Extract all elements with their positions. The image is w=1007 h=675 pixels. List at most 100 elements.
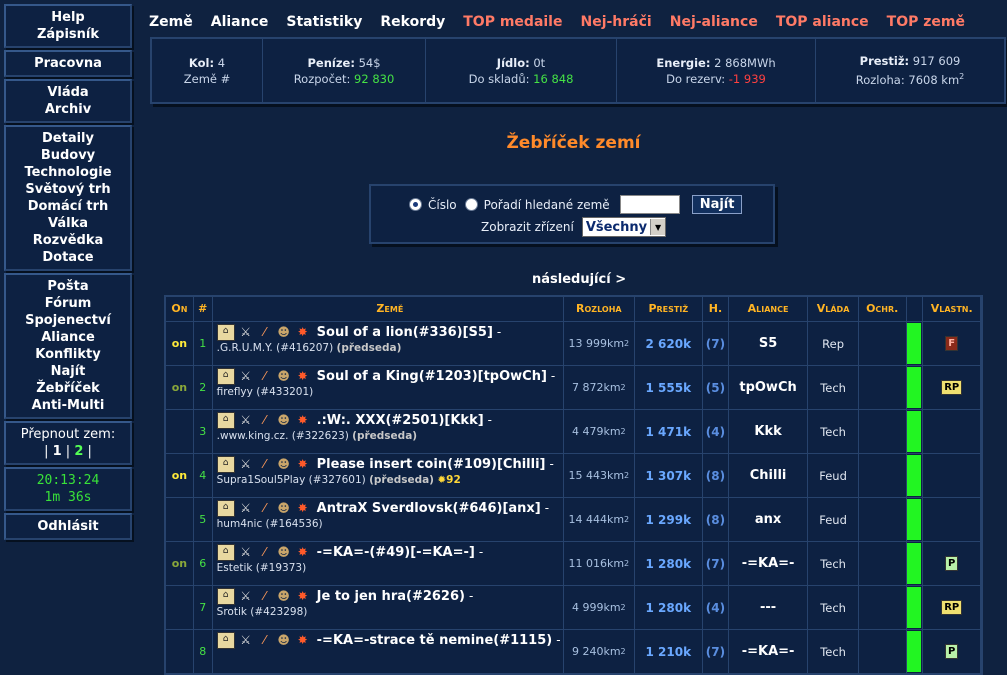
sword-icon[interactable]: ⚔: [238, 633, 254, 648]
area-cell: 11 016km 2: [564, 542, 635, 585]
brush-icon[interactable]: ⁄: [257, 457, 273, 472]
country-switch-1[interactable]: 1: [53, 444, 62, 459]
house-icon[interactable]: ⌂: [216, 543, 235, 561]
sidebar-item-naj-t[interactable]: Najít: [6, 363, 130, 380]
sidebar-item-anti-multi[interactable]: Anti-Multi: [6, 397, 130, 414]
radio-rank[interactable]: [464, 198, 478, 211]
country-name-link[interactable]: Soul of a lion(#336)[S5]: [317, 325, 493, 340]
bomb-icon[interactable]: ✸: [295, 589, 311, 604]
sword-icon[interactable]: ⚔: [238, 501, 254, 516]
alliance-link[interactable]: ---: [729, 586, 809, 629]
sidebar-item-vl-da[interactable]: Vláda: [6, 84, 130, 101]
search-input[interactable]: [619, 195, 680, 214]
house-icon[interactable]: ⌂: [216, 323, 235, 341]
house-icon[interactable]: ⌂: [216, 411, 235, 429]
country-name-link[interactable]: -=KA=-strace tě nemine(#1115): [317, 633, 553, 648]
house-icon[interactable]: ⌂: [216, 367, 235, 385]
spy-icon[interactable]: ☻: [276, 501, 292, 516]
sidebar-item-pracovna[interactable]: Pracovna: [6, 55, 130, 72]
alliance-link[interactable]: tpOwCh: [729, 366, 809, 409]
sword-icon[interactable]: ⚔: [238, 413, 254, 428]
sidebar-item-konflikty[interactable]: Konflikty: [6, 346, 130, 363]
bomb-icon[interactable]: ✸: [295, 369, 311, 384]
spy-icon[interactable]: ☻: [276, 413, 292, 428]
country-name-link[interactable]: .:W:. XXX(#2501)[Kkk]: [317, 413, 484, 428]
sidebar-item-z-pisn-k[interactable]: Zápisník: [6, 26, 130, 43]
house-icon[interactable]: ⌂: [216, 587, 235, 605]
nav-top-link-3[interactable]: TOP aliance: [776, 14, 869, 30]
nav-top-link-1[interactable]: Nej-hráči: [580, 14, 651, 30]
bomb-icon[interactable]: ✸: [295, 325, 311, 340]
radio-number[interactable]: [409, 198, 422, 211]
bomb-icon[interactable]: ✸: [295, 501, 311, 516]
sidebar-item-technologie[interactable]: Technologie: [6, 164, 130, 181]
sidebar-item-help[interactable]: Help: [6, 9, 130, 26]
sword-icon[interactable]: ⚔: [238, 369, 254, 384]
find-button[interactable]: Najít: [691, 195, 743, 214]
sidebar-item-po-ta[interactable]: Pošta: [6, 278, 130, 295]
brush-icon[interactable]: ⁄: [257, 633, 273, 648]
brush-icon[interactable]: ⁄: [257, 501, 273, 516]
sidebar-item-dom-c-trh[interactable]: Domácí trh: [6, 198, 130, 215]
alliance-link[interactable]: Chilli: [729, 454, 809, 497]
house-icon[interactable]: ⌂: [216, 631, 235, 649]
nav-link-1[interactable]: Aliance: [211, 14, 269, 30]
spy-icon[interactable]: ☻: [276, 369, 292, 384]
nav-link-2[interactable]: Statistiky: [286, 14, 362, 30]
country-name-link[interactable]: Soul of a King(#1203)[tpOwCh]: [317, 369, 547, 384]
spy-icon[interactable]: ☻: [276, 325, 292, 340]
sidebar-item-f-rum[interactable]: Fórum: [6, 295, 130, 312]
sword-icon[interactable]: ⚔: [238, 457, 254, 472]
bomb-icon[interactable]: ✸: [295, 633, 311, 648]
bomb-icon[interactable]: ✸: [295, 545, 311, 560]
brush-icon[interactable]: ⁄: [257, 589, 273, 604]
brush-icon[interactable]: ⁄: [257, 369, 273, 384]
brush-icon[interactable]: ⁄: [257, 325, 273, 340]
bomb-icon[interactable]: ✸: [295, 413, 311, 428]
brush-icon[interactable]: ⁄: [257, 545, 273, 560]
sword-icon[interactable]: ⚔: [238, 589, 254, 604]
country-switch-2[interactable]: 2: [74, 444, 83, 459]
house-icon[interactable]: ⌂: [216, 455, 235, 473]
country-name-link[interactable]: Je to jen hra(#2626): [317, 589, 465, 604]
sidebar-item-dotace[interactable]: Dotace: [6, 249, 130, 266]
sidebar-item-rozv-dka[interactable]: Rozvědka: [6, 232, 130, 249]
spy-icon[interactable]: ☻: [276, 633, 292, 648]
spy-icon[interactable]: ☻: [276, 545, 292, 560]
next-page-link[interactable]: následující >: [532, 272, 626, 287]
alliance-link[interactable]: anx: [729, 498, 809, 541]
spy-icon[interactable]: ☻: [276, 589, 292, 604]
logout-button[interactable]: Odhlásit: [6, 518, 130, 535]
sidebar-item-aliance[interactable]: Aliance: [6, 329, 130, 346]
column-header: Vláda: [808, 297, 859, 321]
alliance-link[interactable]: -=KA=-: [729, 630, 809, 673]
regime-select[interactable]: Všechny ▼: [581, 217, 667, 237]
sidebar-item--eb-ek[interactable]: Žebříček: [6, 380, 130, 397]
alliance-link[interactable]: S5: [729, 322, 809, 365]
nav-top-link-0[interactable]: TOP medaile: [463, 14, 562, 30]
sidebar-item-sv-tov-trh[interactable]: Světový trh: [6, 181, 130, 198]
sidebar-item-spojenectv-[interactable]: Spojenectví: [6, 312, 130, 329]
alliance-link[interactable]: Kkk: [729, 410, 809, 453]
alliance-link[interactable]: -=KA=-: [729, 542, 809, 585]
house-icon[interactable]: ⌂: [216, 499, 235, 517]
spy-icon[interactable]: ☻: [276, 457, 292, 472]
nav-top-link-2[interactable]: Nej-aliance: [670, 14, 758, 30]
sword-icon[interactable]: ⚔: [238, 545, 254, 560]
table-row: 3 ⌂ ⚔ ⁄ ☻ ✸ .:W:. XXX(#2501)[Kkk] - .www.king.cz…: [166, 409, 981, 453]
owner-badge: RP: [941, 600, 963, 615]
country-name-link[interactable]: -=KA=-(#49)[-=KA=-]: [317, 545, 475, 560]
brush-icon[interactable]: ⁄: [257, 413, 273, 428]
country-name-link[interactable]: Please insert coin(#109)[Chilli]: [317, 457, 546, 472]
stats-bar: Kol: 4 Země # Peníze: 54$ Rozpočet: 92 8…: [150, 37, 1006, 104]
sidebar-item-archiv[interactable]: Archiv: [6, 101, 130, 118]
nav-top-link-4[interactable]: TOP země: [887, 14, 965, 30]
nav-link-0[interactable]: Země: [149, 14, 193, 30]
sword-icon[interactable]: ⚔: [238, 325, 254, 340]
bomb-icon[interactable]: ✸: [295, 457, 311, 472]
area-value: 7608 km: [908, 72, 960, 87]
country-name-link[interactable]: AntraX Sverdlovsk(#646)[anx]: [317, 501, 541, 516]
sidebar-item-v-lka[interactable]: Válka: [6, 215, 130, 232]
nav-link-3[interactable]: Rekordy: [380, 14, 445, 30]
page-heading-wrap: Žebříček zemí: [0, 133, 1007, 153]
